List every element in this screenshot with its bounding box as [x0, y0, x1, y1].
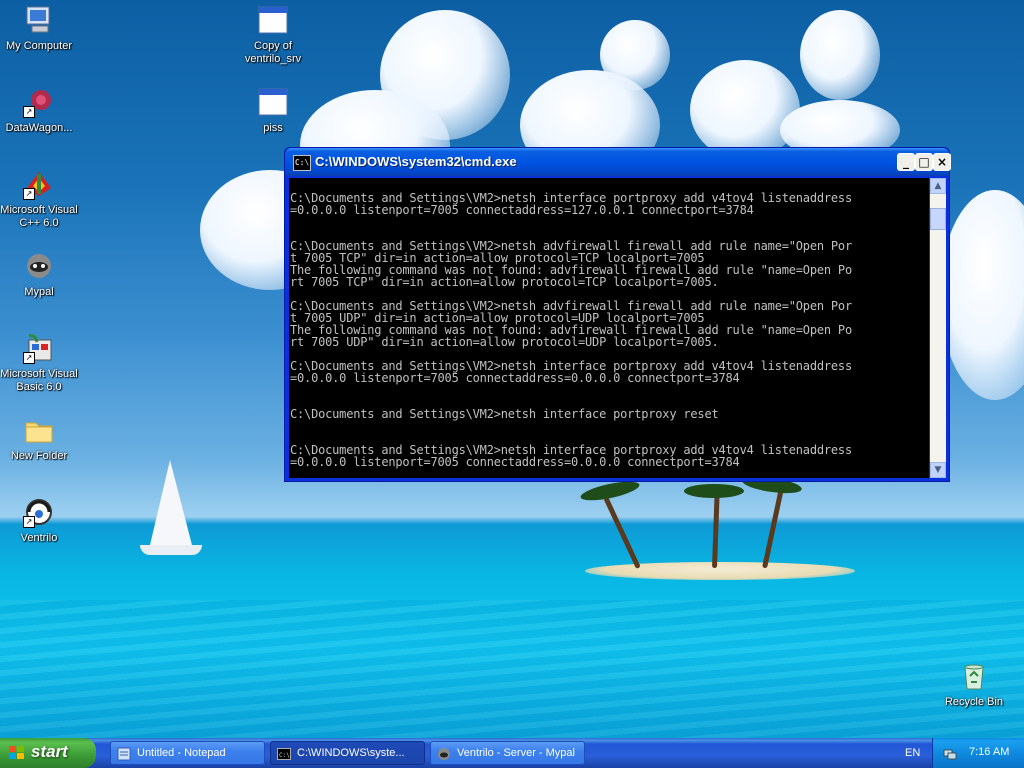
cmd-titlebar[interactable]: C:\ C:\WINDOWS\system32\cmd.exe _ □ × [285, 148, 951, 176]
desktop-icon-copy-of-ventrilo-srv[interactable]: Copy of ventrilo_srv [234, 4, 312, 66]
window-title: C:\WINDOWS\system32\cmd.exe [315, 154, 517, 169]
desktop-icon-label: Ventrilo [20, 532, 58, 544]
cmd-icon: C:\ [277, 746, 291, 760]
mypal-icon [437, 746, 451, 760]
desktop-icon-label: Microsoft Visual C++ 6.0 [0, 204, 78, 229]
shortcut-arrow-icon: ↗ [23, 516, 35, 528]
console-output-area[interactable]: C:\Documents and Settings\VM2>netsh inte… [289, 178, 929, 478]
taskbar-item-label: Untitled - Notepad [137, 747, 226, 759]
close-button[interactable]: × [933, 153, 951, 171]
window-app-icon [257, 86, 289, 118]
sea [0, 600, 1024, 738]
shortcut-arrow-icon: ↗ [23, 106, 35, 118]
cloud [800, 10, 880, 100]
cloud [940, 190, 1024, 400]
taskbar-item-label: C:\WINDOWS\syste... [297, 747, 405, 759]
cloud [690, 60, 800, 160]
palm-frond [684, 484, 744, 498]
scroll-up-button[interactable]: ▲ [930, 178, 946, 194]
cmd-icon[interactable]: C:\ [293, 155, 311, 171]
datawagon-icon: ↗ [23, 86, 55, 118]
windows-logo-icon [9, 746, 25, 760]
palm-trunk [712, 489, 720, 569]
taskbar-item-label: Ventrilo - Server - Mypal [457, 747, 575, 759]
desktop-icon-recycle-bin[interactable]: Recycle Bin [935, 660, 1013, 709]
desktop-icon-label: New Folder [10, 450, 68, 462]
desktop-icon-label: Copy of ventrilo_srv [244, 40, 302, 65]
taskbar-item-notepad[interactable]: Untitled - Notepad [110, 741, 265, 765]
taskbar: start Untitled - Notepad C:\ C:\WINDOWS\… [0, 738, 1024, 768]
visual-cpp-icon: ↗ [23, 168, 55, 200]
minimize-button[interactable]: _ [897, 153, 915, 171]
mypal-icon [23, 250, 55, 282]
desktop-icon-new-folder[interactable]: New Folder [0, 414, 78, 463]
desktop-icon-label: Mypal [24, 286, 54, 298]
shortcut-arrow-icon: ↗ [23, 188, 35, 200]
network-tray-icon[interactable] [943, 746, 957, 760]
start-label: start [31, 742, 68, 761]
desktop-icon-label: Microsoft Visual Basic 6.0 [0, 368, 78, 393]
cmd-window[interactable]: C:\ C:\WINDOWS\system32\cmd.exe _ □ × C:… [284, 147, 951, 482]
console-text: C:\Documents and Settings\VM2>netsh inte… [290, 191, 852, 469]
cloud [600, 20, 670, 90]
desktop-background: My Computer ↗ DataWagon... ↗ Microsoft V… [0, 0, 1024, 738]
desktop-icon-label: piss [263, 122, 283, 134]
clock[interactable]: 7:16 AM [969, 746, 1009, 758]
sailboat-hull [140, 545, 202, 555]
desktop-icon-label: My Computer [5, 40, 73, 52]
ventrilo-icon: ↗ [23, 496, 55, 528]
vertical-scrollbar[interactable]: ▲ ▼ [930, 178, 946, 478]
window-app-icon [257, 4, 289, 36]
palm-trunk [603, 496, 641, 570]
shortcut-arrow-icon: ↗ [23, 352, 35, 364]
desktop-icon-piss[interactable]: piss [234, 86, 312, 135]
taskbar-item-cmd[interactable]: C:\ C:\WINDOWS\syste... [270, 741, 425, 765]
visual-basic-icon: ↗ [23, 332, 55, 364]
desktop-icon-ventrilo[interactable]: ↗ Ventrilo [0, 496, 78, 545]
desktop-icon-mypal[interactable]: Mypal [0, 250, 78, 299]
recycle-bin-icon [958, 660, 990, 692]
desktop-icon-label: Recycle Bin [944, 696, 1004, 708]
taskbar-item-ventrilo-mypal[interactable]: Ventrilo - Server - Mypal [430, 741, 585, 765]
sailboat-sail [150, 460, 192, 545]
start-button[interactable]: start [0, 738, 96, 768]
desktop-icon-visual-basic[interactable]: ↗ Microsoft Visual Basic 6.0 [0, 332, 78, 394]
maximize-button[interactable]: □ [915, 153, 933, 171]
island [585, 562, 855, 580]
svg-text:C:\: C:\ [279, 752, 290, 759]
folder-icon [23, 414, 55, 446]
notepad-icon [117, 746, 131, 761]
desktop-icon-label: DataWagon... [5, 122, 73, 134]
language-indicator[interactable]: EN [905, 747, 920, 759]
desktop-icon-datawagon[interactable]: ↗ DataWagon... [0, 86, 78, 135]
palm-trunk [762, 483, 785, 569]
scroll-down-button[interactable]: ▼ [930, 462, 946, 478]
system-tray: 7:16 AM [932, 738, 1024, 768]
desktop-icon-my-computer[interactable]: My Computer [0, 4, 78, 53]
computer-icon [23, 4, 55, 36]
scroll-thumb[interactable] [930, 208, 946, 230]
desktop-icon-visual-cpp[interactable]: ↗ Microsoft Visual C++ 6.0 [0, 168, 78, 230]
